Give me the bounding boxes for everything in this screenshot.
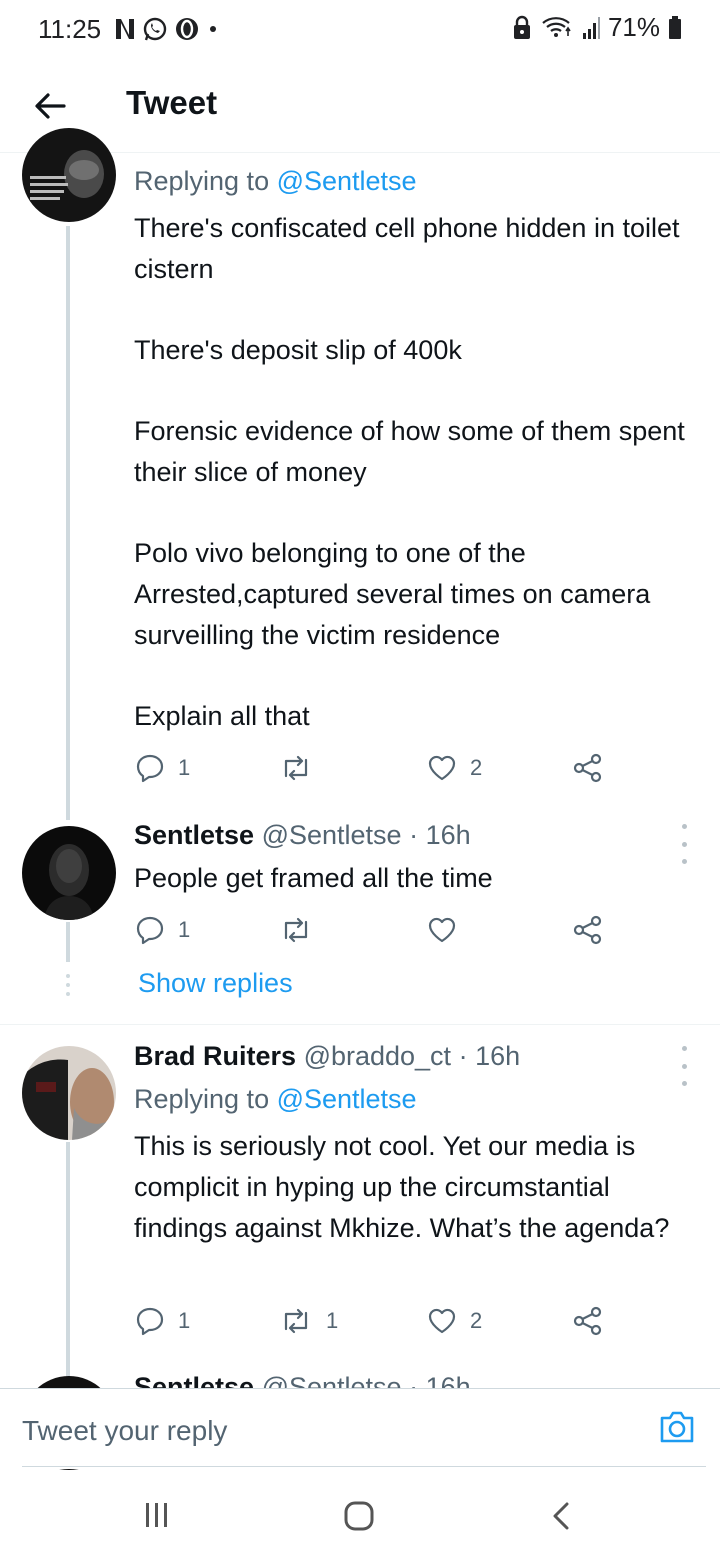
wifi-icon bbox=[542, 16, 571, 37]
avatar-image bbox=[22, 826, 116, 920]
retweet-count: 1 bbox=[326, 1308, 339, 1333]
author-handle[interactable]: @Sentletse bbox=[262, 820, 402, 850]
header: Tweet bbox=[0, 60, 720, 153]
like-button[interactable] bbox=[426, 914, 470, 946]
heart-icon bbox=[428, 1308, 456, 1334]
tweet-paragraph: There's deposit slip of 400k bbox=[134, 335, 462, 365]
navigation-bar bbox=[0, 1470, 720, 1560]
tweet-text: This is seriously not cool. Yet our medi… bbox=[134, 1131, 670, 1243]
notification-icons bbox=[114, 14, 220, 44]
recents-button[interactable] bbox=[140, 1500, 174, 1535]
tweet-paragraph: There's confiscated cell phone hidden in… bbox=[134, 213, 680, 284]
battery-icon bbox=[669, 15, 681, 39]
share-icon bbox=[573, 1306, 602, 1336]
replying-to: Replying to @Sentletse bbox=[134, 166, 417, 197]
reply-count: 1 bbox=[178, 917, 191, 942]
reply-input[interactable]: Tweet your reply bbox=[22, 1415, 227, 1447]
page-title: Tweet bbox=[126, 84, 218, 121]
retweet-icon bbox=[284, 1308, 308, 1334]
reply-composer: Tweet your reply bbox=[0, 1388, 720, 1469]
back-button[interactable] bbox=[30, 86, 70, 126]
netflix-icon bbox=[116, 19, 134, 39]
tweet-paragraph: Explain all that bbox=[134, 701, 310, 731]
opera-icon bbox=[176, 18, 198, 40]
lock-icon bbox=[513, 15, 530, 39]
retweet-icon bbox=[284, 917, 308, 943]
more-options-button[interactable] bbox=[672, 1046, 696, 1086]
reply-handle-link[interactable]: @Sentletse bbox=[277, 1084, 417, 1114]
replying-to-label: Replying to bbox=[134, 1084, 277, 1114]
reply-underline bbox=[22, 1466, 706, 1467]
tweet-text: There's confiscated cell phone hidden in… bbox=[134, 208, 700, 737]
status-bar: 11:25 71% bbox=[0, 0, 720, 60]
replying-to: Replying to @Sentletse bbox=[134, 1084, 417, 1115]
whatsapp-icon bbox=[143, 17, 167, 41]
avatar-image bbox=[22, 128, 116, 222]
share-icon bbox=[573, 753, 602, 783]
comment-icon bbox=[136, 916, 164, 945]
dot-icon bbox=[210, 26, 216, 32]
like-count: 2 bbox=[470, 755, 483, 780]
status-time: 11:25 bbox=[38, 14, 102, 44]
signal-icon bbox=[582, 16, 600, 39]
thread-line bbox=[66, 1142, 70, 1388]
home-icon bbox=[344, 1501, 374, 1531]
tweet-text: People get framed all the time bbox=[134, 863, 493, 893]
author-handle[interactable]: @braddo_ct bbox=[304, 1041, 452, 1071]
status-right: 71% bbox=[512, 12, 682, 43]
like-count: 2 bbox=[470, 1308, 483, 1333]
home-button[interactable] bbox=[342, 1500, 376, 1537]
reply-count: 1 bbox=[178, 1308, 191, 1333]
comment-icon bbox=[136, 1307, 164, 1336]
thread-line bbox=[66, 922, 70, 962]
share-button[interactable] bbox=[572, 914, 604, 946]
tweet-paragraph: Polo vivo belonging to one of the Arrest… bbox=[134, 538, 651, 650]
tweet-author-line: Sentletse @Sentletse · 16h bbox=[134, 820, 471, 851]
arrow-left-icon bbox=[35, 93, 66, 119]
tweet-paragraph: Forensic evidence of how some of them sp… bbox=[134, 416, 685, 487]
avatar-image bbox=[22, 1046, 116, 1140]
like-button[interactable]: 2 bbox=[426, 752, 482, 784]
show-replies-link[interactable]: Show replies bbox=[138, 968, 293, 999]
comment-icon bbox=[136, 754, 164, 783]
avatar[interactable] bbox=[22, 128, 116, 222]
reply-button[interactable]: 1 bbox=[134, 914, 190, 946]
chevron-left-icon bbox=[553, 1502, 569, 1530]
reply-handle-link[interactable]: @Sentletse bbox=[277, 166, 417, 196]
avatar[interactable] bbox=[22, 1046, 116, 1140]
tweet-time: · 16h bbox=[458, 1041, 521, 1071]
recents-icon bbox=[146, 1503, 167, 1527]
retweet-button[interactable]: 1 bbox=[278, 1305, 338, 1337]
tweet-time: · 16h bbox=[409, 820, 471, 850]
battery-percent: 71% bbox=[607, 12, 660, 42]
avatar[interactable] bbox=[22, 826, 116, 920]
author-name[interactable]: Brad Ruiters bbox=[134, 1041, 296, 1071]
reply-button[interactable]: 1 bbox=[134, 1305, 190, 1337]
retweet-button[interactable] bbox=[278, 752, 326, 784]
author-name[interactable]: Sentletse bbox=[134, 820, 254, 850]
like-button[interactable]: 2 bbox=[426, 1305, 482, 1337]
reply-count: 1 bbox=[178, 755, 191, 780]
retweet-icon bbox=[284, 755, 308, 781]
heart-icon bbox=[428, 755, 456, 781]
replying-to-label: Replying to bbox=[134, 166, 277, 196]
back-nav-button[interactable] bbox=[548, 1500, 576, 1537]
share-button[interactable] bbox=[572, 752, 604, 784]
reply-button[interactable]: 1 bbox=[134, 752, 190, 784]
heart-icon bbox=[428, 917, 456, 943]
thread-dots bbox=[66, 974, 70, 996]
tweet-author-line: Brad Ruiters @braddo_ct · 16h bbox=[134, 1041, 520, 1072]
divider bbox=[0, 1024, 720, 1025]
retweet-button[interactable] bbox=[278, 914, 326, 946]
thread-line bbox=[66, 226, 70, 820]
camera-button[interactable] bbox=[658, 1409, 696, 1445]
camera-icon bbox=[660, 1411, 694, 1443]
share-button[interactable] bbox=[572, 1305, 604, 1337]
share-icon bbox=[573, 915, 602, 945]
